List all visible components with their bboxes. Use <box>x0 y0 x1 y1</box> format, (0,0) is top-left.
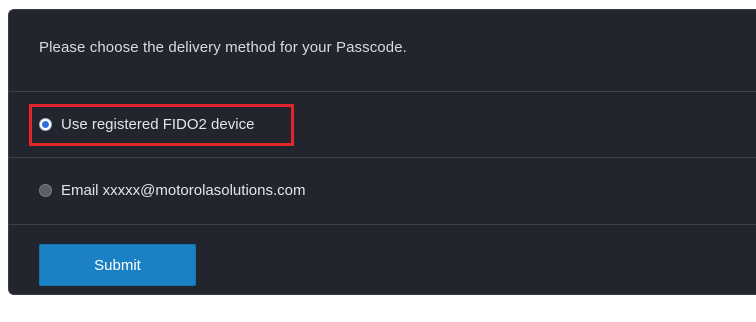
option-email[interactable]: Email xxxxx@motorolasolutions.com <box>39 182 305 199</box>
radio-fido2-selected[interactable] <box>39 118 52 131</box>
prompt-text: Please choose the delivery method for yo… <box>39 39 407 56</box>
radio-email-unselected[interactable] <box>39 184 52 197</box>
option-fido2-row[interactable]: Use registered FIDO2 device <box>9 92 756 158</box>
passcode-delivery-panel: Please choose the delivery method for yo… <box>8 9 756 295</box>
option-email-label[interactable]: Email xxxxx@motorolasolutions.com <box>61 182 305 199</box>
option-email-row[interactable]: Email xxxxx@motorolasolutions.com <box>9 158 756 225</box>
option-fido2[interactable]: Use registered FIDO2 device <box>39 116 254 133</box>
option-fido2-label[interactable]: Use registered FIDO2 device <box>61 116 254 133</box>
prompt-row: Please choose the delivery method for yo… <box>9 10 756 92</box>
submit-button[interactable]: Submit <box>39 244 196 286</box>
